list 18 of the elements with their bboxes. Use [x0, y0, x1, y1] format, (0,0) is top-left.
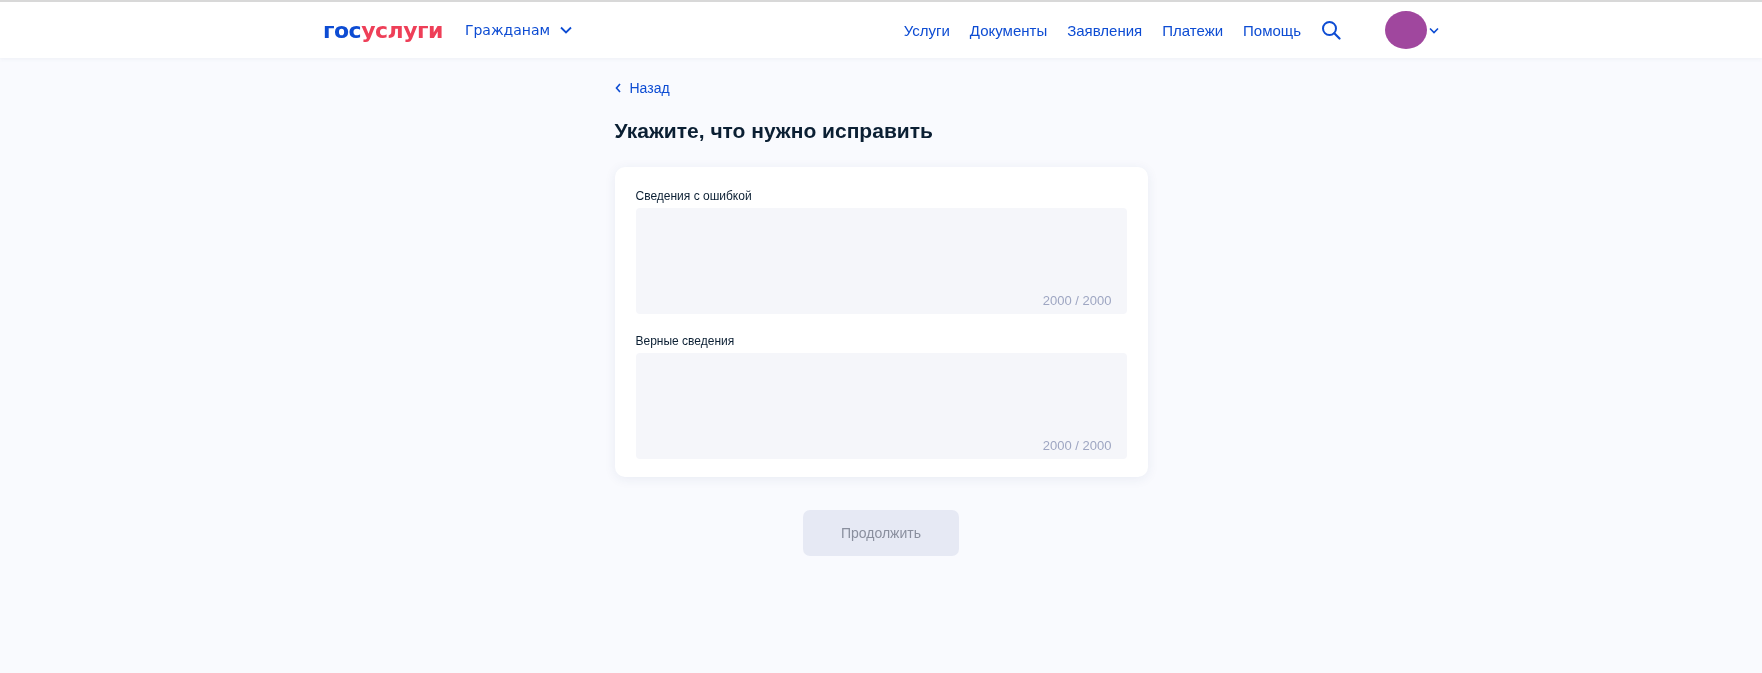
nav-link[interactable]: Заявления — [1067, 21, 1143, 39]
back-link[interactable]: Назад — [614, 80, 670, 96]
chevron-left-icon — [614, 83, 621, 93]
field-label: Верные сведения — [635, 334, 736, 348]
nav-link[interactable]: Платежи — [1162, 21, 1224, 39]
avatar-circle[interactable] — [1385, 11, 1427, 49]
audience-menu[interactable]: Гражданам — [464, 22, 573, 38]
nav-link[interactable]: Документы — [969, 21, 1048, 39]
chevron-icon[interactable] — [1429, 26, 1439, 34]
logo[interactable]: госуслуги — [323, 17, 443, 43]
nav-link[interactable]: Помощь — [1243, 21, 1301, 39]
page-title: Укажите, что нужно исправить — [614, 119, 934, 143]
search-icon[interactable] — [1321, 20, 1341, 40]
character-counter: 2000 / 2000 — [1042, 438, 1112, 453]
nav-link[interactable]: Услуги — [903, 21, 950, 39]
field-label: Сведения с ошибкой — [635, 189, 753, 203]
character-counter: 2000 / 2000 — [1042, 293, 1112, 308]
chevron-icon — [560, 26, 573, 34]
